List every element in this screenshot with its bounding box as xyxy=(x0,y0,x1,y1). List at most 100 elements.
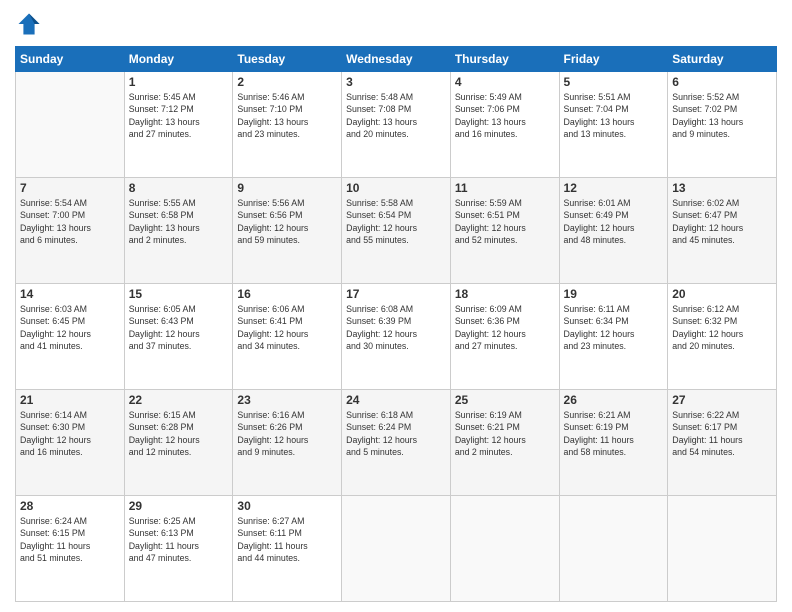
calendar-cell: 6 Sunrise: 5:52 AM Sunset: 7:02 PM Daylig… xyxy=(668,72,777,178)
calendar-cell: 13 Sunrise: 6:02 AM Sunset: 6:47 PM Dayli… xyxy=(668,178,777,284)
day-info: Sunrise: 6:19 AM Sunset: 6:21 PM Dayligh… xyxy=(455,409,555,458)
weekday-header-saturday: Saturday xyxy=(668,47,777,72)
day-number: 2 xyxy=(237,75,337,89)
weekday-header-sunday: Sunday xyxy=(16,47,125,72)
calendar-cell: 23 Sunrise: 6:16 AM Sunset: 6:26 PM Dayli… xyxy=(233,390,342,496)
day-number: 8 xyxy=(129,181,229,195)
calendar-cell: 14Sunrise: 6:03 AM Sunset: 6:45 PM Dayli… xyxy=(16,284,125,390)
day-number: 4 xyxy=(455,75,555,89)
page: SundayMondayTuesdayWednesdayThursdayFrid… xyxy=(0,0,792,612)
calendar-cell: 12 Sunrise: 6:01 AM Sunset: 6:49 PM Dayli… xyxy=(559,178,668,284)
calendar-cell: 25 Sunrise: 6:19 AM Sunset: 6:21 PM Dayli… xyxy=(450,390,559,496)
day-number: 13 xyxy=(672,181,772,195)
calendar-cell: 17 Sunrise: 6:08 AM Sunset: 6:39 PM Dayli… xyxy=(342,284,451,390)
logo-icon xyxy=(15,10,43,38)
calendar-cell: 22 Sunrise: 6:15 AM Sunset: 6:28 PM Dayli… xyxy=(124,390,233,496)
day-info: Sunrise: 6:18 AM Sunset: 6:24 PM Dayligh… xyxy=(346,409,446,458)
calendar-cell: 3 Sunrise: 5:48 AM Sunset: 7:08 PM Daylig… xyxy=(342,72,451,178)
logo xyxy=(15,10,47,38)
calendar-body: 1Sunrise: 5:45 AM Sunset: 7:12 PM Daylig… xyxy=(16,72,777,602)
day-number: 24 xyxy=(346,393,446,407)
day-number: 17 xyxy=(346,287,446,301)
day-number: 26 xyxy=(564,393,664,407)
weekday-header-thursday: Thursday xyxy=(450,47,559,72)
day-number: 20 xyxy=(672,287,772,301)
day-number: 11 xyxy=(455,181,555,195)
day-number: 29 xyxy=(129,499,229,513)
day-number: 27 xyxy=(672,393,772,407)
calendar-row: 7Sunrise: 5:54 AM Sunset: 7:00 PM Daylig… xyxy=(16,178,777,284)
day-info: Sunrise: 6:14 AM Sunset: 6:30 PM Dayligh… xyxy=(20,409,120,458)
day-number: 25 xyxy=(455,393,555,407)
day-info: Sunrise: 6:21 AM Sunset: 6:19 PM Dayligh… xyxy=(564,409,664,458)
day-number: 5 xyxy=(564,75,664,89)
weekday-header-tuesday: Tuesday xyxy=(233,47,342,72)
calendar-cell: 26 Sunrise: 6:21 AM Sunset: 6:19 PM Dayli… xyxy=(559,390,668,496)
calendar-cell xyxy=(450,496,559,602)
calendar-cell: 15Sunrise: 6:05 AM Sunset: 6:43 PM Dayli… xyxy=(124,284,233,390)
day-number: 18 xyxy=(455,287,555,301)
day-number: 14 xyxy=(20,287,120,301)
day-info: Sunrise: 6:15 AM Sunset: 6:28 PM Dayligh… xyxy=(129,409,229,458)
calendar-cell: 10Sunrise: 5:58 AM Sunset: 6:54 PM Dayli… xyxy=(342,178,451,284)
day-info: Sunrise: 5:59 AM Sunset: 6:51 PM Dayligh… xyxy=(455,197,555,246)
day-number: 21 xyxy=(20,393,120,407)
day-info: Sunrise: 5:52 AM Sunset: 7:02 PM Dayligh… xyxy=(672,91,772,140)
calendar-cell: 9 Sunrise: 5:56 AM Sunset: 6:56 PM Daylig… xyxy=(233,178,342,284)
calendar-cell: 8 Sunrise: 5:55 AM Sunset: 6:58 PM Daylig… xyxy=(124,178,233,284)
day-info: Sunrise: 6:16 AM Sunset: 6:26 PM Dayligh… xyxy=(237,409,337,458)
day-info: Sunrise: 6:05 AM Sunset: 6:43 PM Dayligh… xyxy=(129,303,229,352)
day-number: 6 xyxy=(672,75,772,89)
calendar-cell: 16 Sunrise: 6:06 AM Sunset: 6:41 PM Dayli… xyxy=(233,284,342,390)
calendar-cell: 29 Sunrise: 6:25 AM Sunset: 6:13 PM Dayli… xyxy=(124,496,233,602)
calendar-row: 28Sunrise: 6:24 AM Sunset: 6:15 PM Dayli… xyxy=(16,496,777,602)
calendar-cell: 21 Sunrise: 6:14 AM Sunset: 6:30 PM Dayli… xyxy=(16,390,125,496)
calendar-cell: 28Sunrise: 6:24 AM Sunset: 6:15 PM Dayli… xyxy=(16,496,125,602)
day-number: 30 xyxy=(237,499,337,513)
day-number: 7 xyxy=(20,181,120,195)
day-info: Sunrise: 6:11 AM Sunset: 6:34 PM Dayligh… xyxy=(564,303,664,352)
weekday-header-wednesday: Wednesday xyxy=(342,47,451,72)
calendar-cell: 19 Sunrise: 6:11 AM Sunset: 6:34 PM Dayli… xyxy=(559,284,668,390)
calendar-table: SundayMondayTuesdayWednesdayThursdayFrid… xyxy=(15,46,777,602)
day-info: Sunrise: 6:27 AM Sunset: 6:11 PM Dayligh… xyxy=(237,515,337,564)
header xyxy=(15,10,777,38)
day-info: Sunrise: 6:22 AM Sunset: 6:17 PM Dayligh… xyxy=(672,409,772,458)
calendar-cell: 18Sunrise: 6:09 AM Sunset: 6:36 PM Dayli… xyxy=(450,284,559,390)
calendar-cell: 24 Sunrise: 6:18 AM Sunset: 6:24 PM Dayli… xyxy=(342,390,451,496)
day-number: 16 xyxy=(237,287,337,301)
day-info: Sunrise: 5:56 AM Sunset: 6:56 PM Dayligh… xyxy=(237,197,337,246)
day-number: 22 xyxy=(129,393,229,407)
day-info: Sunrise: 5:49 AM Sunset: 7:06 PM Dayligh… xyxy=(455,91,555,140)
calendar-row: 14Sunrise: 6:03 AM Sunset: 6:45 PM Dayli… xyxy=(16,284,777,390)
day-info: Sunrise: 5:51 AM Sunset: 7:04 PM Dayligh… xyxy=(564,91,664,140)
weekday-header-friday: Friday xyxy=(559,47,668,72)
day-info: Sunrise: 6:06 AM Sunset: 6:41 PM Dayligh… xyxy=(237,303,337,352)
day-info: Sunrise: 6:25 AM Sunset: 6:13 PM Dayligh… xyxy=(129,515,229,564)
day-number: 19 xyxy=(564,287,664,301)
day-info: Sunrise: 5:45 AM Sunset: 7:12 PM Dayligh… xyxy=(129,91,229,140)
calendar-row: 1Sunrise: 5:45 AM Sunset: 7:12 PM Daylig… xyxy=(16,72,777,178)
day-number: 9 xyxy=(237,181,337,195)
day-number: 12 xyxy=(564,181,664,195)
day-info: Sunrise: 6:01 AM Sunset: 6:49 PM Dayligh… xyxy=(564,197,664,246)
calendar-cell xyxy=(16,72,125,178)
calendar-cell: 4 Sunrise: 5:49 AM Sunset: 7:06 PM Daylig… xyxy=(450,72,559,178)
day-info: Sunrise: 6:24 AM Sunset: 6:15 PM Dayligh… xyxy=(20,515,120,564)
day-info: Sunrise: 6:08 AM Sunset: 6:39 PM Dayligh… xyxy=(346,303,446,352)
calendar-row: 21 Sunrise: 6:14 AM Sunset: 6:30 PM Dayli… xyxy=(16,390,777,496)
weekday-header-monday: Monday xyxy=(124,47,233,72)
calendar-cell: 30 Sunrise: 6:27 AM Sunset: 6:11 PM Dayli… xyxy=(233,496,342,602)
weekday-header-row: SundayMondayTuesdayWednesdayThursdayFrid… xyxy=(16,47,777,72)
day-info: Sunrise: 5:48 AM Sunset: 7:08 PM Dayligh… xyxy=(346,91,446,140)
calendar-cell xyxy=(342,496,451,602)
calendar-cell: 20Sunrise: 6:12 AM Sunset: 6:32 PM Dayli… xyxy=(668,284,777,390)
day-number: 23 xyxy=(237,393,337,407)
day-info: Sunrise: 6:02 AM Sunset: 6:47 PM Dayligh… xyxy=(672,197,772,246)
calendar-cell: 5 Sunrise: 5:51 AM Sunset: 7:04 PM Daylig… xyxy=(559,72,668,178)
day-info: Sunrise: 5:55 AM Sunset: 6:58 PM Dayligh… xyxy=(129,197,229,246)
calendar-cell xyxy=(559,496,668,602)
calendar-cell: 2 Sunrise: 5:46 AM Sunset: 7:10 PM Daylig… xyxy=(233,72,342,178)
day-number: 3 xyxy=(346,75,446,89)
day-info: Sunrise: 5:46 AM Sunset: 7:10 PM Dayligh… xyxy=(237,91,337,140)
